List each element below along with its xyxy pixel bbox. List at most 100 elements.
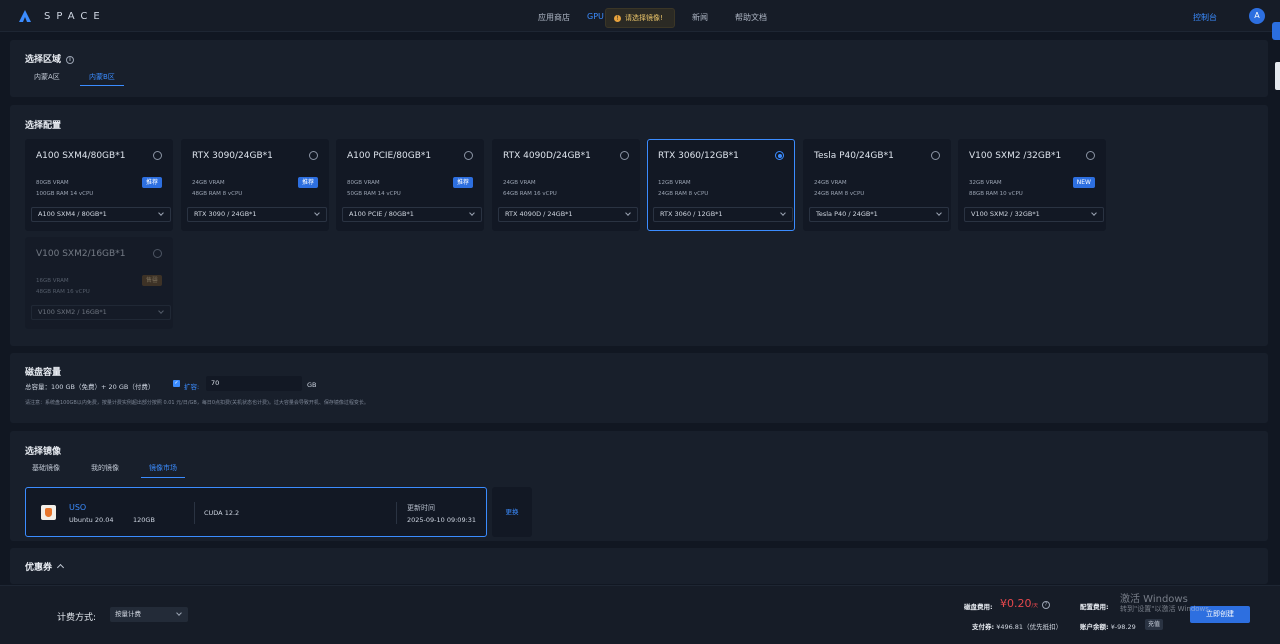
gpu-vram: 80GB VRAM [36,180,69,186]
console-link[interactable]: 控制台 [1193,12,1217,23]
gpu-card-title: A100 SXM4/80GB*1 [36,151,126,161]
change-image-button[interactable]: 更换 [492,487,532,537]
tab-image-market[interactable]: 镜像市场 [149,463,177,473]
gpu-select[interactable]: RTX 3060 / 12GB*1 [653,207,793,222]
sold-out-badge: 售罄 [141,275,162,286]
nav-gpu[interactable]: GPU [587,12,604,21]
disk-panel: 磁盘容量 总容量：100 GB（免费）+ 20 GB（付费） ✓ 扩容: 70 … [10,353,1268,423]
chevron-down-icon [176,610,182,616]
gpu-specs: 48GB RAM 8 vCPU [192,191,243,197]
image-updated-value: 2025-09-10 09:09:31 [407,516,477,524]
side-scroll-handle[interactable] [1275,62,1280,90]
gpu-specs: 24GB RAM 8 vCPU [814,191,865,197]
gpu-radio[interactable] [931,151,940,160]
pay-coupon: 支付券: ¥496.81（优先抵扣） [972,623,1063,631]
gpu-select[interactable]: RTX 3090 / 24GB*1 [187,207,327,222]
chevron-down-icon [936,210,942,216]
gpu-card-rtx4090d[interactable]: RTX 4090D/24GB*1 24GB VRAM 64GB RAM 16 v… [492,139,640,231]
image-cuda: CUDA 12.2 [204,509,240,517]
nav-app-store[interactable]: 应用商店 [538,12,570,23]
chevron-down-icon [314,210,320,216]
gpu-select[interactable]: Tesla P40 / 24GB*1 [809,207,949,222]
gpu-card-v100-32gb[interactable]: V100 SXM2 /32GB*1 32GB VRAM 88GB RAM 10 … [958,139,1106,231]
expand-label: 扩容: [184,383,200,391]
expand-checkbox[interactable]: ✓ [173,380,180,387]
gpu-card-title: RTX 3090/24GB*1 [192,151,273,161]
disk-fee-value: ¥0.20/天 [1000,597,1039,610]
gpu-card-a100-pcie[interactable]: A100 PCIE/80GB*1 80GB VRAM 50GB RAM 14 v… [336,139,484,231]
info-icon[interactable]: i [66,55,75,64]
nav-news[interactable]: 新闻 [692,12,708,23]
nav-help-docs[interactable]: 帮助文档 [735,12,767,23]
billing-select[interactable]: 按量计费 [110,607,188,622]
side-float-button[interactable] [1272,22,1280,40]
gpu-specs: 48GB RAM 16 vCPU [36,289,90,295]
disk-fee: 磁盘费用: [964,603,993,611]
avatar[interactable]: A [1249,8,1265,24]
gpu-radio[interactable] [620,151,629,160]
coupon-panel: 优惠券 [10,548,1268,584]
gpu-vram: 24GB VRAM [814,180,847,186]
divider [396,502,397,524]
gpu-radio[interactable] [1086,151,1095,160]
image-panel: 选择镜像 基础镜像 我的镜像 镜像市场 USO Ubuntu 20.04 120… [10,431,1268,541]
chevron-up-icon[interactable] [56,563,65,572]
gpu-radio[interactable] [775,151,784,160]
recommend-badge: 推荐 [141,177,162,188]
tab-region-b[interactable]: 内蒙B区 [89,72,115,82]
gpu-card-rtx3090[interactable]: RTX 3090/24GB*1 24GB VRAM 48GB RAM 8 vCP… [181,139,329,231]
logo-text: SPACE [44,10,106,22]
logo[interactable]: SPACE [18,9,106,23]
tab-underline [141,477,185,478]
gpu-select[interactable]: RTX 4090D / 24GB*1 [498,207,638,222]
tab-base-image[interactable]: 基础镜像 [32,463,60,473]
gpu-specs: 50GB RAM 14 vCPU [347,191,401,197]
gpu-vram: 24GB VRAM [503,180,536,186]
recommend-badge: 推荐 [297,177,318,188]
image-size: 120GB [133,516,155,524]
chevron-down-icon [1091,210,1097,216]
coupon-title[interactable]: 优惠券 [25,560,65,573]
fee-info-icon[interactable]: ? [1042,601,1050,609]
gpu-card-v100-16gb: V100 SXM2/16GB*1 16GB VRAM 48GB RAM 16 v… [25,237,173,329]
disk-note: 请注意：系统盘100GB以内免费，按量计费实例超出部分按照 0.01 元/日/G… [25,400,369,406]
expand-unit: GB [307,381,317,389]
bottom-bar: 计费方式: 按量计费 磁盘费用: ¥0.20/天 ? 配置费用: 支付券: ¥4… [0,585,1280,644]
gpu-specs: 100GB RAM 14 vCPU [36,191,94,197]
tab-my-image[interactable]: 我的镜像 [91,463,119,473]
gpu-vram: 12GB VRAM [658,180,691,186]
warning-icon: ! [614,14,621,22]
gpu-select[interactable]: A100 SXM4 / 80GB*1 [31,207,171,222]
gpu-select: V100 SXM2 / 16GB*1 [31,305,171,320]
gpu-radio[interactable] [464,151,473,160]
toast-message: 请选择镜像! [625,14,663,22]
gpu-select[interactable]: A100 PCIE / 80GB*1 [342,207,482,222]
account-balance: 账户余额: ¥-98.29 [1080,623,1136,631]
selected-image-card[interactable]: USO Ubuntu 20.04 120GB CUDA 12.2 更新时间 20… [25,487,487,537]
gpu-card-title: V100 SXM2 /32GB*1 [969,151,1062,161]
region-title: 选择区域 i [25,52,75,65]
image-os: Ubuntu 20.04 [69,516,114,524]
gpu-card-rtx3060[interactable]: RTX 3060/12GB*1 12GB VRAM 24GB RAM 8 vCP… [647,139,795,231]
gpu-radio[interactable] [309,151,318,160]
chevron-down-icon [780,210,786,216]
image-name: USO [69,503,87,512]
gpu-radio [153,249,162,258]
windows-watermark: 激活 Windows [1120,594,1188,605]
gpu-specs: 64GB RAM 16 vCPU [503,191,557,197]
gpu-specs: 24GB RAM 8 vCPU [658,191,709,197]
image-updated-label: 更新时间 [407,504,435,512]
gpu-vram: 16GB VRAM [36,278,69,284]
image-logo-icon [41,505,56,520]
gpu-select[interactable]: V100 SXM2 / 32GB*1 [964,207,1104,222]
tab-region-a[interactable]: 内蒙A区 [34,72,60,82]
gpu-radio[interactable] [153,151,162,160]
gpu-card-tesla-p40[interactable]: Tesla P40/24GB*1 24GB VRAM 24GB RAM 8 vC… [803,139,951,231]
gpu-specs: 88GB RAM 10 vCPU [969,191,1023,197]
chevron-down-icon [158,308,164,314]
disk-total: 总容量：100 GB（免费）+ 20 GB（付费） [25,383,155,391]
gpu-card-a100-sxm4[interactable]: A100 SXM4/80GB*1 80GB VRAM 100GB RAM 14 … [25,139,173,231]
recharge-button[interactable]: 充值 [1145,619,1164,630]
tab-underline [80,85,124,86]
expand-input[interactable]: 70 [206,376,302,391]
